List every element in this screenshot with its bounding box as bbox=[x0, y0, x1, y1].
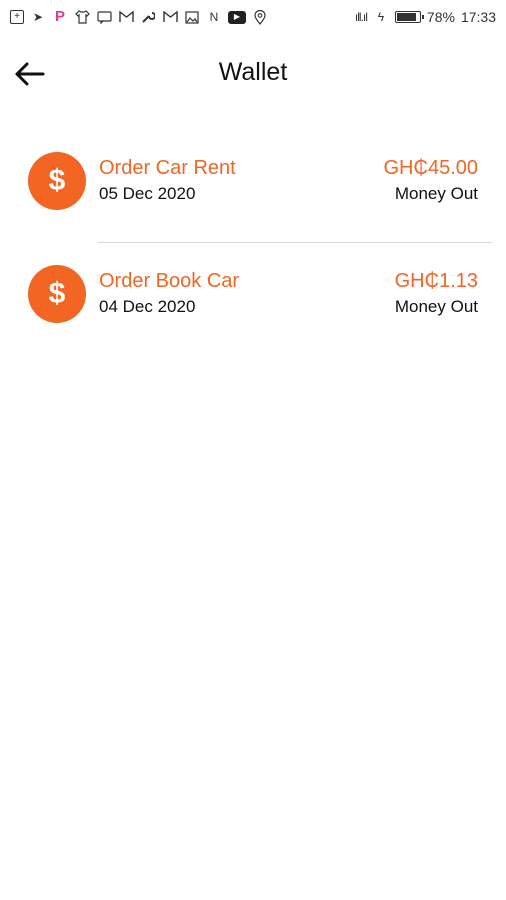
clock: 17:33 bbox=[460, 9, 496, 25]
signal-icon: ıll.ıl bbox=[354, 10, 368, 24]
transaction-date: 05 Dec 2020 bbox=[99, 184, 196, 203]
image-icon bbox=[184, 9, 200, 25]
system-icons: ıll.ıl ϟ 78% 17:33 bbox=[355, 9, 496, 25]
status-bar: + ➤ P N ▶ ıll.ıl ϟ 78% 17:33 bbox=[0, 0, 506, 34]
transaction-item[interactable]: $ Order Car Rent 05 Dec 2020 GH₵45.00 Mo… bbox=[0, 130, 506, 243]
transaction-date: 04 Dec 2020 bbox=[99, 297, 196, 316]
youtube-icon: ▶ bbox=[228, 10, 246, 24]
transaction-direction: Money Out bbox=[394, 297, 478, 316]
page-title: Wallet bbox=[218, 58, 288, 86]
charging-icon: ϟ bbox=[377, 10, 385, 24]
tshirt-icon bbox=[74, 9, 90, 25]
notification-icons: + ➤ P N ▶ bbox=[10, 9, 268, 25]
dollar-icon: $ bbox=[28, 152, 86, 210]
wrench-icon bbox=[140, 9, 156, 25]
n-icon: N bbox=[209, 10, 219, 24]
battery-percentage: 78% bbox=[426, 9, 455, 25]
transaction-title: Order Car Rent bbox=[99, 157, 236, 179]
transaction-item[interactable]: $ Order Book Car 04 Dec 2020 GH₵1.13 Mon… bbox=[0, 243, 506, 356]
gmail-icon bbox=[162, 9, 178, 25]
pinterest-icon: P bbox=[54, 8, 65, 25]
battery-icon bbox=[394, 11, 424, 23]
arrow-app-icon: ➤ bbox=[32, 10, 44, 24]
plus-box-icon: + bbox=[10, 10, 24, 24]
message-icon bbox=[96, 9, 112, 25]
transaction-title: Order Book Car bbox=[99, 270, 240, 292]
dollar-icon: $ bbox=[28, 265, 86, 323]
transaction-direction: Money Out bbox=[394, 184, 478, 203]
app-header: Wallet bbox=[0, 50, 506, 98]
transaction-list: $ Order Car Rent 05 Dec 2020 GH₵45.00 Mo… bbox=[0, 130, 506, 356]
transaction-amount: GH₵1.13 bbox=[394, 270, 478, 292]
location-icon bbox=[252, 9, 268, 25]
transaction-amount: GH₵45.00 bbox=[383, 157, 479, 179]
gmail-icon bbox=[118, 9, 134, 25]
battery-level bbox=[396, 13, 416, 21]
